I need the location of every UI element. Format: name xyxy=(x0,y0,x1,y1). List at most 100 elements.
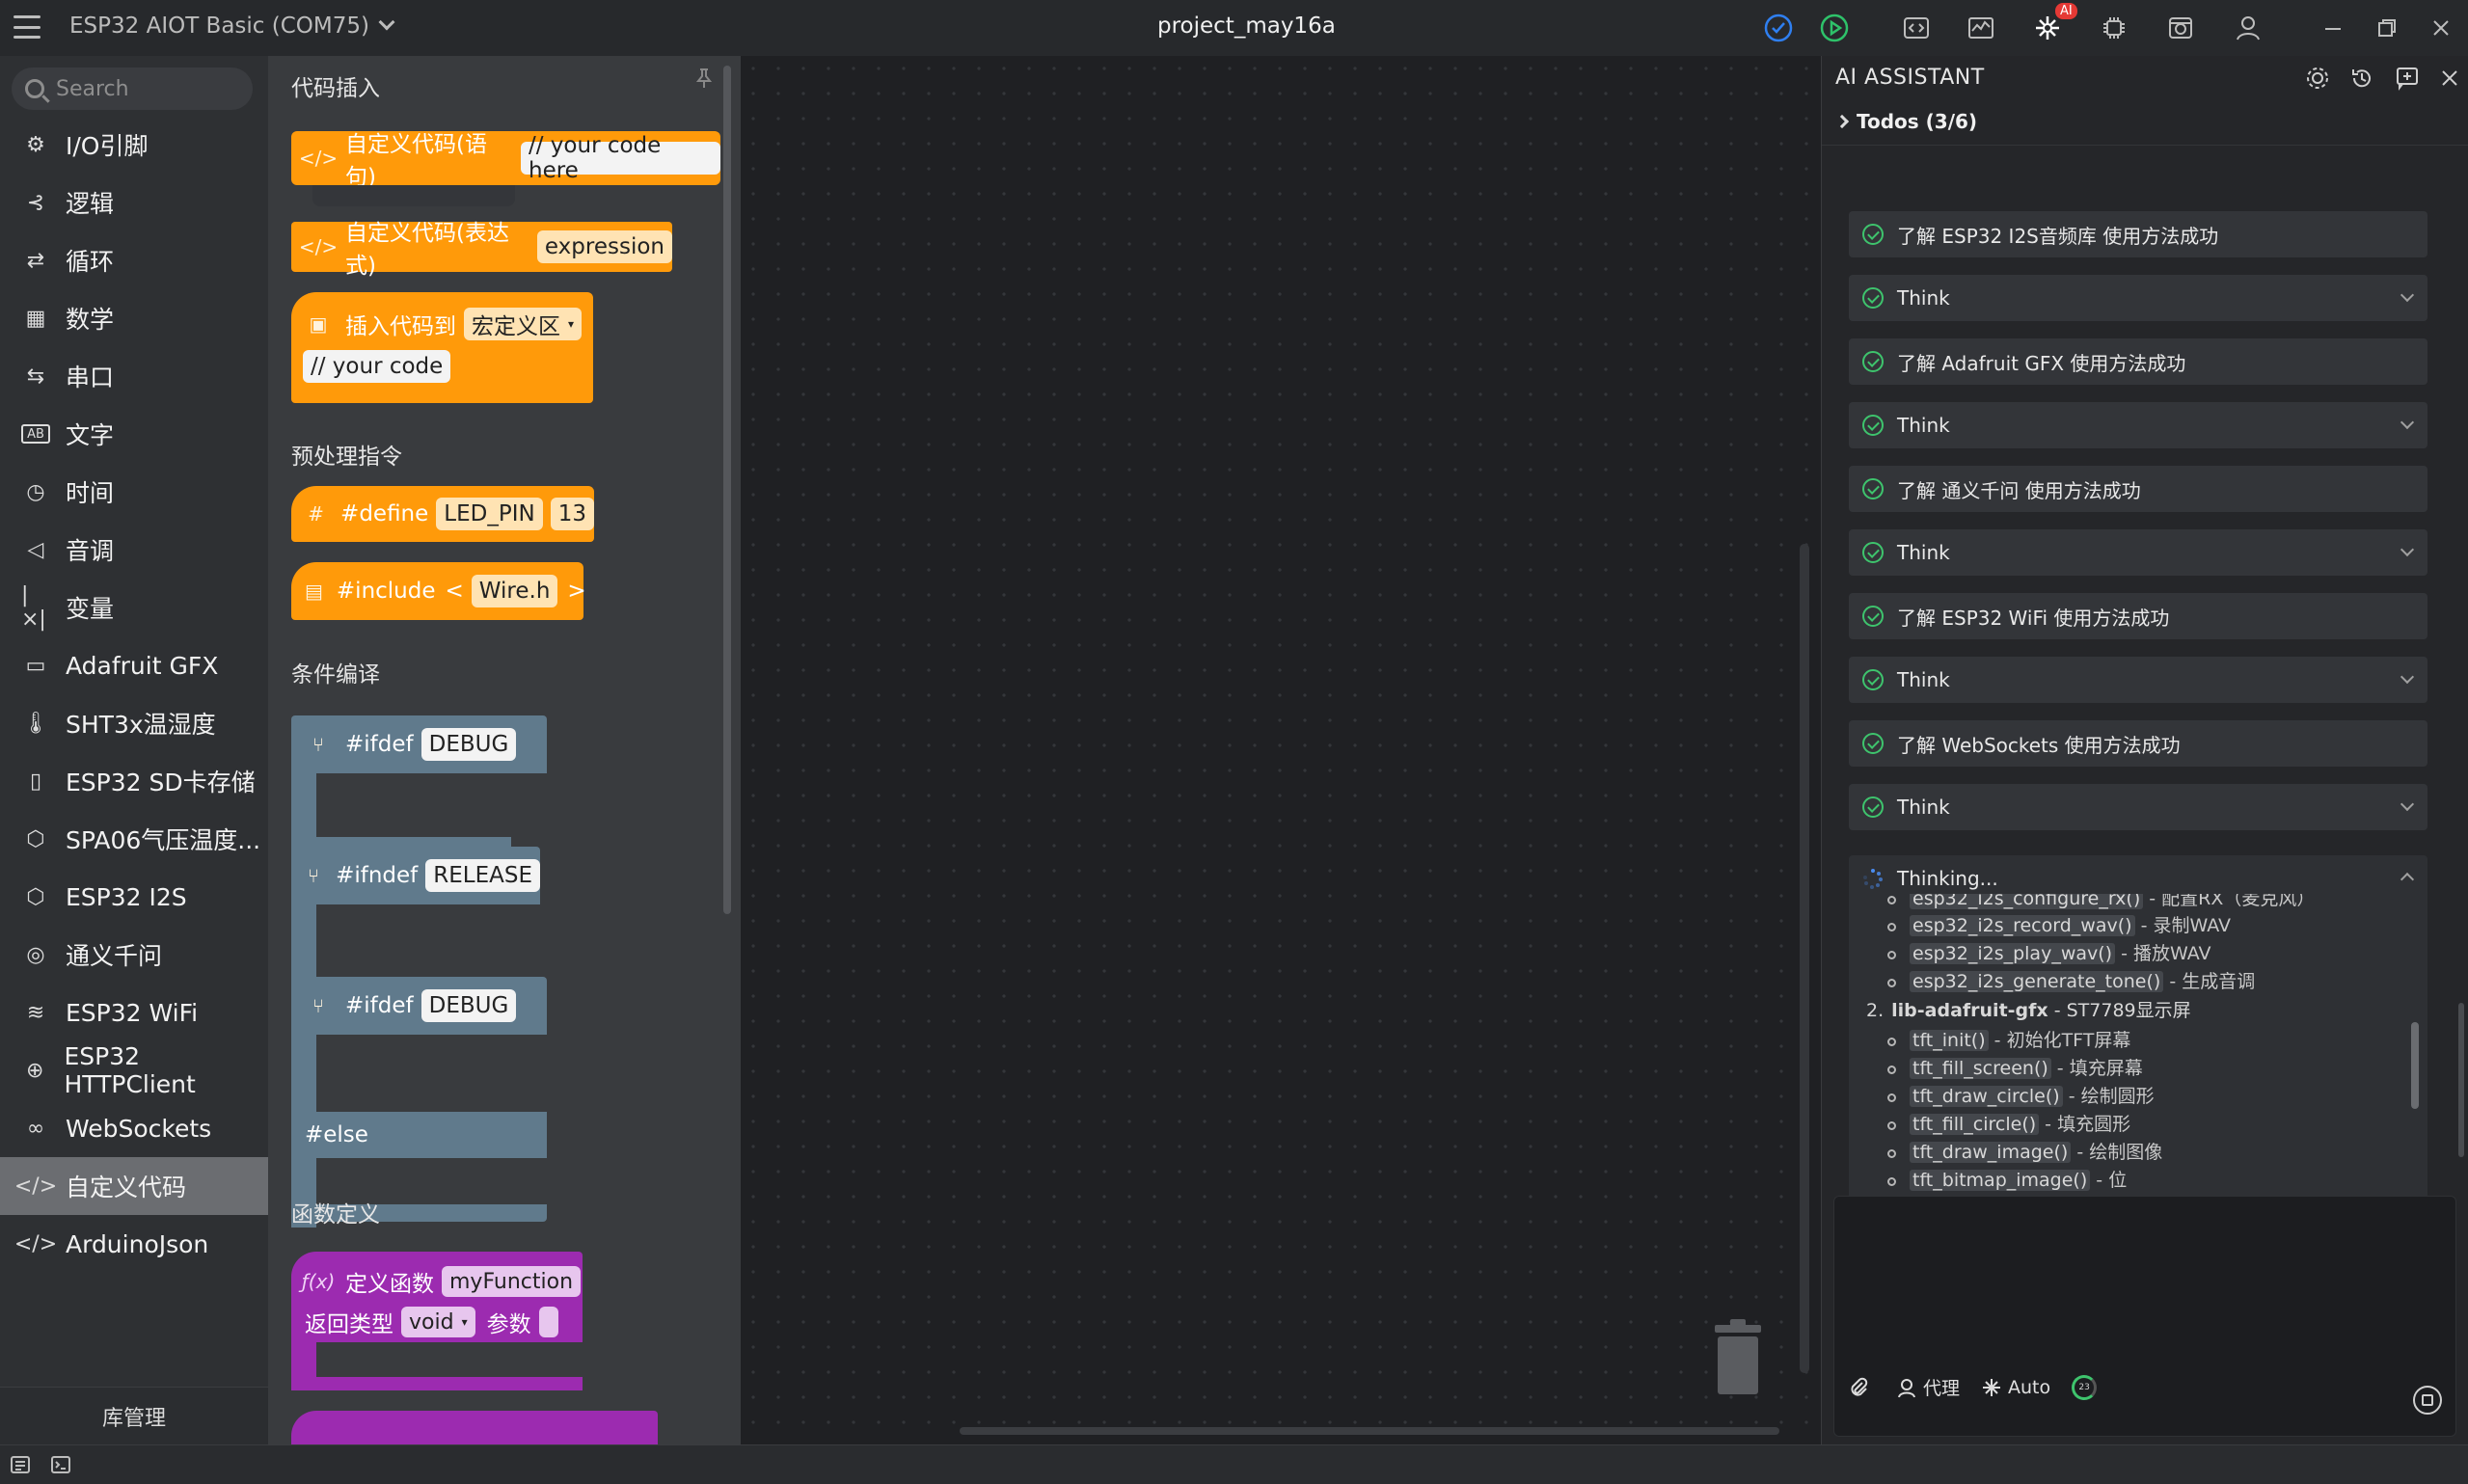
block-include[interactable]: ▤ #include < Wire.h > xyxy=(291,562,586,620)
block-insert-code[interactable]: ▣ 插入代码到 宏定义区 ▾ // your code xyxy=(291,292,593,403)
symbol-field[interactable]: DEBUG xyxy=(420,989,517,1022)
verify-icon[interactable] xyxy=(1762,12,1795,44)
code-field[interactable]: // your code xyxy=(303,350,451,383)
header-file-field[interactable]: Wire.h xyxy=(471,575,558,607)
think-item[interactable]: Think xyxy=(1849,275,2427,321)
category-variable[interactable]: |×| 变量 xyxy=(0,579,268,636)
attach-button[interactable] xyxy=(1848,1377,1875,1398)
todo-label: Think xyxy=(1897,414,1950,437)
macro-value-field[interactable]: 13 xyxy=(550,498,594,530)
board-selector[interactable]: ESP32 AIOT Basic (COM75) xyxy=(69,13,395,39)
upload-run-icon[interactable] xyxy=(1818,12,1851,44)
thinking-line: esp32_i2s_configure_rx() - 配置RX（麦克风） xyxy=(1887,894,2315,910)
user-icon[interactable] xyxy=(2232,12,2265,44)
settings-gear-icon[interactable] xyxy=(2305,66,2330,91)
minimize-icon[interactable] xyxy=(2317,12,2349,44)
todos-toggle[interactable]: Todos (3/6) xyxy=(1834,110,1977,133)
category-time[interactable]: ◷ 时间 xyxy=(0,463,268,521)
category-websockets[interactable]: ∞ WebSockets xyxy=(0,1099,268,1157)
serial-monitor-icon[interactable] xyxy=(1965,12,1997,44)
block-define[interactable]: # #define LED_PIN 13 xyxy=(291,486,594,542)
blockly-workspace[interactable] xyxy=(741,56,1821,1444)
think-item[interactable]: Think xyxy=(1849,657,2427,703)
category-adafruit-gfx[interactable]: ▭ Adafruit GFX xyxy=(0,636,268,694)
think-item[interactable]: Think xyxy=(1849,529,2427,576)
expression-field[interactable]: expression xyxy=(536,230,672,263)
close-panel-icon[interactable] xyxy=(2437,66,2462,91)
category-spa06[interactable]: ⬡ SPA06气压温度... xyxy=(0,810,268,868)
code-view-icon[interactable] xyxy=(1900,12,1933,44)
category-sd-card[interactable]: ▯ ESP32 SD卡存储 xyxy=(0,752,268,810)
category-label: ESP32 I2S xyxy=(66,882,187,911)
chip-settings-icon[interactable] xyxy=(2098,12,2130,44)
category-math[interactable]: ▦ 数学 xyxy=(0,289,268,347)
agent-icon xyxy=(1898,1378,1915,1397)
todo-item[interactable]: 了解 ESP32 I2S音频库 使用方法成功 xyxy=(1849,211,2427,257)
category-serial[interactable]: ⇆ 串口 xyxy=(0,347,268,405)
block-custom-expression[interactable]: </> 自定义代码(表达式) expression xyxy=(291,221,672,279)
search-input[interactable] xyxy=(56,76,239,101)
section-dropdown[interactable]: 宏定义区 ▾ xyxy=(464,308,583,340)
ai-panel-scrollbar[interactable] xyxy=(2458,1003,2464,1157)
todo-item[interactable]: 了解 ESP32 WiFi 使用方法成功 xyxy=(1849,593,2427,639)
block-define-function[interactable]: ƒ(x) 定义函数 myFunction 返回类型 void ▾ 参数 xyxy=(291,1252,610,1396)
think-item[interactable]: Think xyxy=(1849,784,2427,830)
search-box[interactable] xyxy=(12,67,253,110)
category-tone[interactable]: ◁ 音调 xyxy=(0,521,268,579)
model-auto-button[interactable]: Auto xyxy=(1981,1377,2050,1398)
category-custom-code[interactable]: </> 自定义代码 xyxy=(0,1157,268,1215)
block-custom-statement[interactable]: </> 自定义代码(语句) // your code here xyxy=(291,131,720,190)
agent-mode-button[interactable]: 代理 xyxy=(1896,1374,1960,1400)
category-logic[interactable]: ⊰ 逻辑 xyxy=(0,174,268,231)
package-icon[interactable] xyxy=(2164,12,2197,44)
library-manager-button[interactable]: 库管理 xyxy=(0,1387,268,1444)
thinking-panel: Thinking... esp32_i2s_configure_rx() - 配… xyxy=(1849,855,2427,1212)
restore-icon[interactable] xyxy=(2371,12,2403,44)
category-qwen[interactable]: ◎ 通义千问 xyxy=(0,926,268,984)
menu-icon[interactable] xyxy=(14,15,41,39)
close-icon[interactable] xyxy=(2425,12,2457,44)
macro-name-field[interactable]: LED_PIN xyxy=(436,498,543,530)
todo-item[interactable]: 了解 通义千问 使用方法成功 xyxy=(1849,466,2427,512)
workspace-vertical-scrollbar[interactable] xyxy=(1800,544,1809,1373)
category-arduinojson[interactable]: </> ArduinoJson xyxy=(0,1215,268,1273)
thinking-scrollbar[interactable] xyxy=(2411,1022,2419,1109)
history-icon[interactable] xyxy=(2349,66,2374,91)
workspace-horizontal-scrollbar[interactable] xyxy=(960,1427,1779,1435)
block-define-function-partial[interactable] xyxy=(291,1411,658,1444)
block-ifdef-else[interactable]: ⑂ #ifdef DEBUG #else xyxy=(291,977,547,1228)
todo-item[interactable]: 了解 Adafruit GFX 使用方法成功 xyxy=(1849,338,2427,385)
todo-item[interactable]: 了解 WebSockets 使用方法成功 xyxy=(1849,720,2427,767)
display-icon: ▭ xyxy=(25,653,46,678)
terminal-icon[interactable] xyxy=(50,1455,71,1474)
trash-icon[interactable] xyxy=(1709,1319,1767,1396)
chat-input[interactable] xyxy=(1848,1208,2436,1353)
loop-icon: ⇄ xyxy=(26,248,45,273)
code-field[interactable]: // your code here xyxy=(521,133,720,183)
list-icon[interactable] xyxy=(10,1455,31,1474)
category-httpclient[interactable]: ⊕ ESP32 HTTPClient xyxy=(0,1041,268,1099)
category-io[interactable]: ⚙ I/O引脚 xyxy=(0,116,268,174)
think-item[interactable]: Think xyxy=(1849,402,2427,448)
chevron-up-icon[interactable] xyxy=(2400,872,2415,887)
category-i2s[interactable]: ⬡ ESP32 I2S xyxy=(0,868,268,926)
pin-icon[interactable] xyxy=(694,67,714,89)
symbol-field[interactable]: RELEASE xyxy=(425,859,540,892)
return-type-dropdown[interactable]: void ▾ xyxy=(401,1307,475,1337)
params-field[interactable] xyxy=(538,1307,558,1337)
input-toolbar: 代理 Auto 23 xyxy=(1848,1374,2098,1400)
category-wifi[interactable]: ≋ ESP32 WiFi xyxy=(0,984,268,1041)
category-sht3x[interactable]: 🌡 SHT3x温湿度 xyxy=(0,694,268,752)
category-loop[interactable]: ⇄ 循环 xyxy=(0,231,268,289)
new-chat-icon[interactable] xyxy=(2395,66,2420,91)
thinking-header[interactable]: Thinking... xyxy=(1862,867,1998,890)
thinking-line: tft_fill_screen() - 填充屏幕 xyxy=(1887,1054,2143,1080)
function-name-field[interactable]: myFunction xyxy=(442,1266,582,1297)
stop-button[interactable] xyxy=(2413,1386,2442,1415)
category-label: 音调 xyxy=(66,537,115,565)
thinking-line: tft_draw_circle() - 绘制圆形 xyxy=(1887,1082,2155,1108)
category-text[interactable]: AB 文字 xyxy=(0,405,268,463)
flyout-scrollbar[interactable] xyxy=(723,66,731,914)
context-usage-ring[interactable]: 23 xyxy=(2072,1374,2098,1400)
symbol-field[interactable]: DEBUG xyxy=(420,728,517,761)
